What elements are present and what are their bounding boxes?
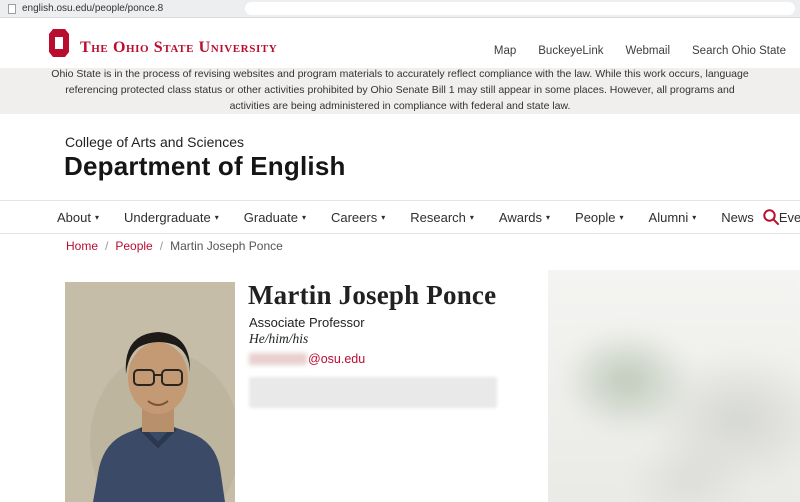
- email-redacted-blur: [249, 353, 307, 365]
- person-portrait-image: [65, 282, 235, 502]
- college-link[interactable]: College of Arts and Sciences: [65, 134, 244, 150]
- contact-redacted-block: [249, 377, 497, 408]
- nav-item-news[interactable]: News: [721, 210, 754, 225]
- chevron-down-icon: [215, 213, 219, 222]
- nav-item-events[interactable]: Events: [779, 210, 800, 225]
- chevron-down-icon: [692, 213, 696, 222]
- blurred-image: [548, 270, 800, 502]
- breadcrumb-separator: /: [105, 239, 109, 253]
- page: english.osu.edu/people/ponce.8 The Ohio …: [0, 0, 800, 502]
- nav-item-label: Undergraduate: [124, 209, 211, 225]
- compliance-notice-text: Ohio State is in the process of revising…: [51, 68, 749, 112]
- breadcrumb-separator: /: [159, 239, 164, 253]
- osu-global-header: The Ohio State University Map BuckeyeLin…: [0, 18, 800, 68]
- breadcrumb-link-home[interactable]: Home: [66, 239, 98, 253]
- main-nav: About Undergraduate Graduate Careers Res…: [0, 200, 800, 234]
- nav-item-careers[interactable]: Careers: [331, 210, 385, 225]
- department-title[interactable]: Department of English: [64, 151, 346, 182]
- header-link-buckeyelink[interactable]: BuckeyeLink: [538, 45, 603, 57]
- university-wordmark[interactable]: The Ohio State University: [80, 39, 277, 57]
- nav-item-graduate[interactable]: Graduate: [244, 210, 306, 225]
- osu-block-o-logo[interactable]: [46, 28, 72, 63]
- chevron-down-icon: [381, 213, 385, 222]
- breadcrumb-current: Martin Joseph Ponce: [170, 239, 283, 253]
- email-link[interactable]: @osu.edu: [308, 352, 365, 366]
- nav-item-label: Graduate: [243, 209, 298, 225]
- chevron-down-icon: [95, 213, 99, 222]
- chevron-down-icon: [620, 213, 624, 222]
- page-icon: [8, 4, 16, 14]
- profile-title: Associate Professor: [249, 315, 365, 330]
- search-button[interactable]: [762, 208, 780, 226]
- header-link-search-ohio-state[interactable]: Search Ohio State: [692, 45, 786, 57]
- nav-item-label: People: [575, 209, 616, 225]
- header-link-map[interactable]: Map: [494, 45, 516, 57]
- profile-photo: [65, 282, 235, 502]
- nav-item-label: Events: [778, 209, 800, 225]
- compliance-notice-banner: Ohio State is in the process of revising…: [0, 68, 800, 114]
- nav-item-research[interactable]: Research: [410, 210, 474, 225]
- chevron-down-icon: [470, 213, 474, 222]
- search-icon: [763, 209, 779, 225]
- address-input[interactable]: [245, 2, 795, 15]
- nav-item-label: Careers: [330, 209, 378, 225]
- email-row: @osu.edu: [249, 352, 365, 366]
- breadcrumb-link-people[interactable]: People: [115, 239, 152, 253]
- profile-pronouns: He/him/his: [249, 331, 309, 346]
- profile-name: Martin Joseph Ponce: [248, 280, 497, 310]
- nav-item-label: Alumni: [648, 209, 689, 225]
- nav-item-label: Research: [410, 209, 466, 225]
- nav-item-label: News: [721, 209, 754, 225]
- header-links: Map BuckeyeLink Webmail Search Ohio Stat…: [494, 45, 786, 57]
- nav-item-awards[interactable]: Awards: [499, 210, 550, 225]
- browser-url-bar[interactable]: english.osu.edu/people/ponce.8: [0, 0, 800, 18]
- nav-item-undergraduate[interactable]: Undergraduate: [124, 210, 219, 225]
- nav-item-label: Awards: [498, 209, 543, 225]
- breadcrumb: Home / People / Martin Joseph Ponce: [66, 239, 283, 253]
- profile-media-blur: [548, 270, 800, 502]
- nav-item-label: About: [57, 209, 91, 225]
- nav-item-people[interactable]: People: [575, 210, 624, 225]
- url-text[interactable]: english.osu.edu/people/ponce.8: [22, 3, 163, 14]
- nav-item-alumni[interactable]: Alumni: [649, 210, 697, 225]
- nav-item-about[interactable]: About: [57, 210, 99, 225]
- header-link-webmail[interactable]: Webmail: [625, 45, 670, 57]
- chevron-down-icon: [546, 213, 550, 222]
- chevron-down-icon: [302, 213, 306, 222]
- block-o-icon: [49, 29, 69, 57]
